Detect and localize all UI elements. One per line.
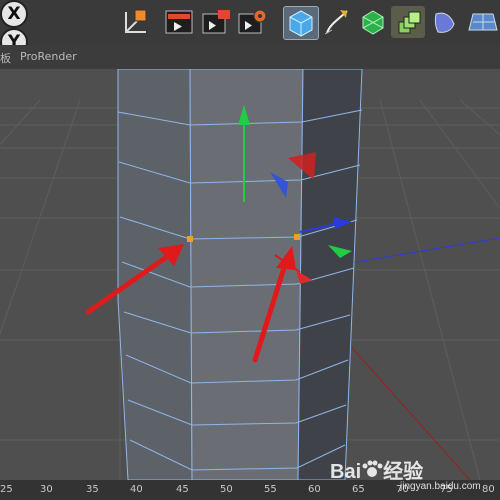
- x-axis-lock-button[interactable]: X: [0, 0, 28, 28]
- deformer-icon[interactable]: [428, 6, 462, 38]
- x-axis-label: X: [7, 4, 21, 24]
- selected-point-right: [294, 234, 300, 240]
- ruler-tick: 60: [308, 484, 321, 495]
- ruler-tick: 25: [0, 484, 13, 495]
- cloner-icon[interactable]: [391, 6, 425, 38]
- ruler-tick: 40: [130, 484, 143, 495]
- subdivision-surface-icon[interactable]: [356, 6, 390, 38]
- viewport-menu-bar: 板 ProRender: [0, 45, 500, 69]
- viewport-canvas[interactable]: [0, 69, 500, 480]
- paw-icon: [362, 460, 383, 477]
- render-to-picture-viewer-icon[interactable]: [200, 6, 234, 38]
- menu-prorender[interactable]: ProRender: [20, 50, 77, 63]
- main-toolbar: X Y Z: [0, 0, 500, 84]
- watermark-brand-suffix: 经验: [383, 461, 424, 483]
- polygon-column: [117, 69, 363, 480]
- menu-panel[interactable]: 板: [0, 50, 11, 66]
- 3d-viewport[interactable]: [0, 69, 500, 480]
- ruler-tick: 55: [264, 484, 277, 495]
- watermark-domain: jingyan.baidu.com: [400, 481, 481, 492]
- ruler-tick: 35: [86, 484, 99, 495]
- ruler-tick: 45: [176, 484, 189, 495]
- column-front-face: [189, 69, 304, 480]
- watermark-brand: Bai: [330, 461, 362, 483]
- render-settings-icon[interactable]: [236, 6, 270, 38]
- coordinate-system-icon[interactable]: [120, 6, 152, 38]
- ruler-tick: 50: [220, 484, 233, 495]
- cube-primitive-icon[interactable]: [283, 6, 319, 40]
- floor-environment-icon[interactable]: [463, 6, 500, 38]
- baidu-jingyan-watermark: Bai 经验 jingyan.baidu.com: [330, 455, 490, 500]
- render-view-icon[interactable]: [163, 6, 197, 38]
- pen-spline-icon[interactable]: [320, 6, 354, 38]
- ruler-tick: 30: [40, 484, 53, 495]
- selected-point-left: [187, 236, 193, 242]
